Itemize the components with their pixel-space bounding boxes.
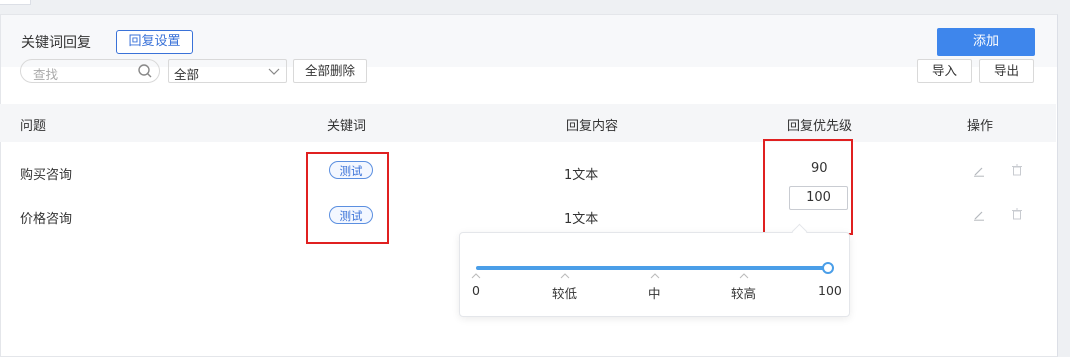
tab-stub bbox=[0, 0, 31, 5]
row-question: 价格咨询 bbox=[20, 212, 73, 227]
slider-label-min: 0 bbox=[472, 283, 480, 298]
slider-label-low: 较低 bbox=[552, 286, 578, 301]
row-question: 购买咨询 bbox=[20, 168, 73, 183]
import-button[interactable]: 导入 bbox=[917, 59, 972, 83]
column-header-keyword: 关键词 bbox=[327, 119, 367, 134]
slider-label-mid: 中 bbox=[648, 286, 661, 301]
column-header-content: 回复内容 bbox=[566, 119, 619, 134]
slider-tick-mark bbox=[560, 273, 570, 279]
chevron-down-icon bbox=[268, 68, 280, 75]
filter-select[interactable]: 全部 bbox=[168, 59, 287, 83]
slider-label-high: 较高 bbox=[731, 286, 757, 301]
search-icon[interactable] bbox=[137, 63, 153, 79]
slider-tick-mark bbox=[739, 273, 749, 279]
search-input[interactable]: 查找 bbox=[20, 59, 160, 83]
delete-all-button[interactable]: 全部删除 bbox=[293, 59, 367, 83]
column-header-actions: 操作 bbox=[967, 119, 994, 134]
reply-settings-button[interactable]: 回复设置 bbox=[116, 30, 193, 54]
edit-icon[interactable] bbox=[973, 165, 985, 177]
page-title: 关键词回复 bbox=[21, 35, 91, 51]
priority-slider-track[interactable] bbox=[476, 266, 829, 270]
export-button[interactable]: 导出 bbox=[979, 59, 1034, 83]
column-header-priority: 回复优先级 bbox=[787, 119, 853, 134]
column-header-question: 问题 bbox=[20, 119, 47, 134]
slider-tick-mark bbox=[650, 273, 660, 279]
slider-tick-mark bbox=[471, 273, 481, 279]
search-placeholder: 查找 bbox=[33, 67, 59, 82]
edit-icon[interactable] bbox=[973, 209, 985, 221]
panel-header: 关键词回复 回复设置 添加 bbox=[1, 15, 1057, 67]
add-button[interactable]: 添加 bbox=[937, 28, 1035, 56]
delete-icon[interactable] bbox=[1011, 164, 1023, 176]
row-content: 1文本 bbox=[564, 168, 599, 183]
keyword-highlight-box bbox=[306, 152, 389, 244]
slider-label-max: 100 bbox=[818, 283, 842, 298]
priority-highlight-box bbox=[763, 139, 853, 235]
table-header: 问题 关键词 回复内容 回复优先级 操作 bbox=[0, 104, 1056, 142]
delete-icon[interactable] bbox=[1011, 208, 1023, 220]
row-content: 1文本 bbox=[564, 212, 599, 227]
filter-selected-value: 全部 bbox=[174, 67, 200, 82]
priority-slider-thumb[interactable] bbox=[822, 262, 834, 274]
